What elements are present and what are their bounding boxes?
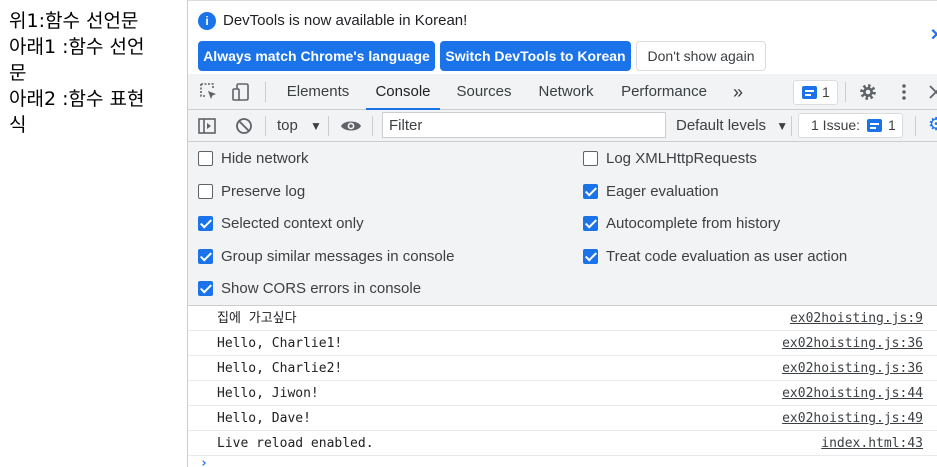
more-tabs-chevron-icon[interactable]: » (724, 74, 752, 110)
console-message: Hello, Dave! ex02hoisting.js:49 (188, 406, 937, 431)
divider (328, 116, 329, 136)
page-text-line: 아래2 :함수 표현 (9, 88, 145, 110)
tab-console[interactable]: Console (366, 74, 440, 110)
console-messages: 집에 가고싶다 ex02hoisting.js:9 Hello, Charlie… (188, 306, 937, 467)
message-text: Hello, Charlie1! (217, 336, 343, 351)
tab-elements[interactable]: Elements (278, 74, 358, 110)
setting-label: Preserve log (221, 183, 306, 200)
page-text-line: 식 (9, 114, 27, 136)
setting-label: Treat code evaluation as user action (606, 248, 848, 265)
divider (265, 82, 266, 102)
context-select[interactable]: top ▼ (277, 110, 322, 142)
message-source-link[interactable]: ex02hoisting.js:36 (782, 356, 923, 381)
divider (265, 116, 266, 136)
checkbox[interactable] (198, 281, 213, 296)
message-source-link[interactable]: ex02hoisting.js:9 (790, 306, 923, 331)
messages-badge[interactable]: 1 (793, 80, 838, 105)
message-text: 집에 가고싶다 (217, 311, 297, 326)
language-infobar: i DevTools is now available in Korean! A… (188, 0, 937, 74)
checkbox[interactable] (583, 249, 598, 264)
context-value: top (277, 117, 298, 134)
divider (915, 116, 916, 136)
dropdown-arrow-icon: ▼ (310, 119, 322, 133)
console-message: Hello, Charlie2! ex02hoisting.js:36 (188, 356, 937, 381)
console-message: Hello, Jiwon! ex02hoisting.js:44 (188, 381, 937, 406)
issues-label: 1 Issue: (811, 117, 861, 133)
device-toolbar-icon[interactable] (231, 82, 251, 102)
page-text-line: 문 (9, 62, 27, 84)
checkbox[interactable] (198, 151, 213, 166)
info-icon: i (198, 12, 216, 30)
setting-label: Selected context only (221, 215, 364, 232)
checkbox[interactable] (583, 216, 598, 231)
setting-label: Group similar messages in console (221, 248, 455, 265)
message-source-link[interactable]: ex02hoisting.js:49 (782, 406, 923, 431)
message-source-link[interactable]: ex02hoisting.js:36 (782, 331, 923, 356)
clear-console-icon[interactable] (234, 116, 254, 136)
filter-input[interactable] (382, 112, 666, 138)
console-message: Live reload enabled. index.html:43 (188, 431, 937, 456)
messages-count: 1 (822, 84, 830, 100)
checkbox[interactable] (583, 184, 598, 199)
divider (372, 116, 373, 136)
message-text: Hello, Charlie2! (217, 361, 343, 376)
message-text: Live reload enabled. (217, 436, 374, 451)
eye-icon[interactable] (340, 116, 362, 136)
devtools-panel: i DevTools is now available in Korean! A… (187, 0, 937, 467)
setting-label: Eager evaluation (606, 183, 719, 200)
page-text-line: 위1:함수 선언문 (9, 10, 139, 32)
dropdown-arrow-icon: ▼ (776, 119, 789, 133)
console-message: 집에 가고싶다 ex02hoisting.js:9 (188, 306, 937, 331)
tab-performance[interactable]: Performance (612, 74, 716, 110)
console-toolbar: top ▼ Default levels ▼ 1 Issue: 1 ⚙ (188, 110, 937, 142)
checkbox[interactable] (583, 151, 598, 166)
always-match-language-button[interactable]: Always match Chrome's language (198, 41, 435, 71)
infobar-message: DevTools is now available in Korean! (223, 12, 468, 29)
message-icon (802, 86, 817, 99)
switch-to-korean-button[interactable]: Switch DevTools to Korean (440, 41, 631, 71)
close-icon[interactable]: ✕ (930, 27, 937, 45)
sidebar-toggle-icon[interactable] (197, 116, 217, 136)
message-source-link[interactable]: index.html:43 (821, 431, 923, 456)
setting-label: Hide network (221, 150, 309, 167)
inspect-element-icon[interactable] (199, 82, 219, 102)
setting-label: Log XMLHttpRequests (606, 150, 757, 167)
console-settings-gear-icon[interactable]: ⚙ (928, 116, 937, 134)
tab-sources[interactable]: Sources (448, 74, 520, 110)
tab-network[interactable]: Network (528, 74, 604, 110)
log-levels-value: Default levels (676, 117, 767, 134)
console-prompt-icon[interactable]: › (200, 456, 208, 467)
gear-icon[interactable] (858, 82, 878, 102)
checkbox[interactable] (198, 216, 213, 231)
message-text: Hello, Dave! (217, 411, 311, 426)
setting-label: Show CORS errors in console (221, 280, 422, 297)
setting-label: Autocomplete from history (606, 215, 781, 232)
divider (845, 82, 846, 102)
checkbox[interactable] (198, 249, 213, 264)
message-icon (867, 119, 882, 132)
message-source-link[interactable]: ex02hoisting.js:44 (782, 381, 923, 406)
console-settings-panel: Hide network Preserve log Selected conte… (188, 142, 937, 306)
checkbox[interactable] (198, 184, 213, 199)
message-text: Hello, Jiwon! (217, 386, 319, 401)
dont-show-again-button[interactable]: Don't show again (636, 41, 766, 71)
console-message: Hello, Charlie1! ex02hoisting.js:36 (188, 331, 937, 356)
more-options-icon[interactable] (894, 82, 914, 102)
issues-badge[interactable]: 1 Issue: 1 (798, 113, 903, 138)
log-levels-select[interactable]: Default levels ▼ (676, 110, 788, 142)
issues-count: 1 (888, 117, 896, 133)
divider (791, 116, 792, 136)
page-text-line: 아래1 :함수 선언 (9, 36, 145, 58)
devtools-tabbar: Elements Console Sources Network Perform… (188, 74, 937, 110)
close-devtools-icon[interactable] (926, 82, 937, 102)
page-content: 위1:함수 선언문 아래1 :함수 선언 문 아래2 :함수 표현 식 (0, 0, 187, 467)
